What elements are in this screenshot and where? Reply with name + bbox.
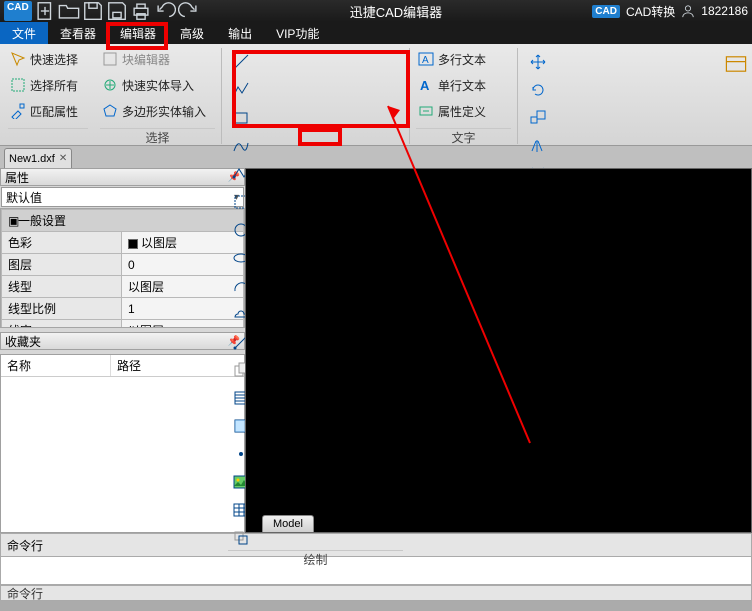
close-icon[interactable]: ✕: [59, 153, 67, 164]
quick-access-toolbar: CAD: [0, 1, 204, 21]
match-prop-button[interactable]: 匹配属性: [8, 100, 88, 122]
line-icon[interactable]: [228, 50, 254, 74]
table-row[interactable]: 线型比例1: [2, 298, 244, 320]
properties-title-label: 属性: [5, 169, 29, 186]
quick-select-label: 快速选择: [30, 51, 78, 68]
quick-select-icon: [10, 51, 26, 67]
user-icon[interactable]: [681, 4, 695, 18]
annotation-arrow: [370, 88, 540, 453]
block-editor-button: 块编辑器: [100, 48, 215, 70]
ribbon-group-quick-label: [8, 128, 88, 144]
favorites-panel-title: 收藏夹 📌: [0, 332, 245, 350]
quick-import-icon: [102, 77, 118, 93]
user-number[interactable]: 1822186: [701, 4, 748, 18]
match-prop-icon: [10, 103, 26, 119]
block-editor-icon: [102, 51, 118, 67]
tab-vip[interactable]: VIP功能: [264, 22, 331, 44]
select-all-button[interactable]: 选择所有: [8, 74, 88, 96]
select-all-label: 选择所有: [30, 77, 78, 94]
document-tab[interactable]: New1.dxf ✕: [4, 148, 72, 168]
cad-convert-link[interactable]: CAD转换: [626, 3, 675, 20]
prop-section-row[interactable]: ▣一般设置: [2, 210, 244, 232]
undo-icon[interactable]: [154, 1, 176, 21]
save-icon[interactable]: [82, 1, 104, 21]
menu-tabs: 文件 查看器 编辑器 高级 输出 VIP功能: [0, 22, 752, 44]
ribbon-group-select: 块编辑器 快速实体导入 多边形实体输入 选择: [94, 48, 222, 144]
command-line-label2: 命令行: [0, 585, 752, 601]
ribbon-right-icon[interactable]: [724, 52, 748, 76]
rectangle-icon[interactable]: [228, 106, 254, 130]
poly-input-label: 多边形实体输入: [122, 103, 206, 120]
cad-badge-icon: CAD: [592, 5, 620, 18]
quick-import-label: 快速实体导入: [122, 77, 194, 94]
table-row[interactable]: 图层0: [2, 254, 244, 276]
select-all-icon: [10, 77, 26, 93]
app-title: 迅捷CAD编辑器: [204, 2, 589, 21]
default-value-combo[interactable]: 默认值 ▾: [1, 187, 244, 207]
command-line-text2: 命令行: [7, 585, 43, 602]
quick-select-button[interactable]: 快速选择: [8, 48, 88, 70]
table-row[interactable]: 线宽以图层: [2, 320, 244, 329]
favorites-header: 名称 路径: [1, 355, 244, 377]
fav-col-name[interactable]: 名称: [1, 355, 111, 376]
spline-icon[interactable]: [228, 134, 254, 158]
command-line-text: 命令行: [7, 537, 43, 554]
move-icon[interactable]: [524, 50, 552, 74]
tab-output[interactable]: 输出: [216, 22, 264, 44]
properties-panel-title: 属性 📌: [0, 168, 245, 186]
tab-file[interactable]: 文件: [0, 22, 48, 44]
table-row[interactable]: 色彩以图层: [2, 232, 244, 254]
fav-col-path[interactable]: 路径: [111, 355, 147, 376]
tab-advanced[interactable]: 高级: [168, 22, 216, 44]
svg-text:A: A: [422, 55, 429, 66]
draw-group-label: 绘制: [228, 550, 403, 566]
open-icon[interactable]: [58, 1, 80, 21]
quick-import-button[interactable]: 快速实体导入: [100, 74, 215, 96]
model-tab[interactable]: Model: [262, 515, 314, 532]
tab-viewer[interactable]: 查看器: [48, 22, 108, 44]
ribbon-group-quick: 快速选择 选择所有 匹配属性: [2, 48, 94, 144]
left-panel: 属性 📌 默认值 ▾ ▣一般设置 色彩以图层 图层0 线型以图层 线型比例1 线…: [0, 168, 245, 533]
select-group-label: 选择: [100, 128, 215, 144]
new-icon[interactable]: [34, 1, 56, 21]
polyline-icon[interactable]: [228, 78, 254, 102]
favorites-panel: 名称 路径: [0, 354, 245, 533]
redo-icon[interactable]: [178, 1, 200, 21]
title-right: CAD CAD转换 1822186: [588, 3, 752, 20]
table-row[interactable]: 线型以图层: [2, 276, 244, 298]
app-icon: CAD: [4, 1, 32, 21]
mtext-label: 多行文本: [438, 51, 486, 68]
mtext-icon: A: [418, 51, 434, 67]
document-tab-label: New1.dxf: [9, 153, 55, 165]
properties-grid[interactable]: ▣一般设置 色彩以图层 图层0 线型以图层 线型比例1 线宽以图层: [0, 208, 245, 328]
default-value-label: 默认值: [6, 189, 42, 206]
match-prop-label: 匹配属性: [30, 103, 78, 120]
favorites-title-label: 收藏夹: [5, 333, 41, 350]
title-bar: CAD 迅捷CAD编辑器 CAD CAD转换 1822186: [0, 0, 752, 22]
print-icon[interactable]: [130, 1, 152, 21]
block-editor-label: 块编辑器: [122, 51, 170, 68]
mtext-button[interactable]: A 多行文本: [416, 48, 511, 70]
ribbon-group-tool: 工具: [518, 48, 688, 144]
tab-editor[interactable]: 编辑器: [108, 22, 168, 44]
poly-input-button[interactable]: 多边形实体输入: [100, 100, 215, 122]
saveas-icon[interactable]: [106, 1, 128, 21]
poly-input-icon: [102, 103, 118, 119]
